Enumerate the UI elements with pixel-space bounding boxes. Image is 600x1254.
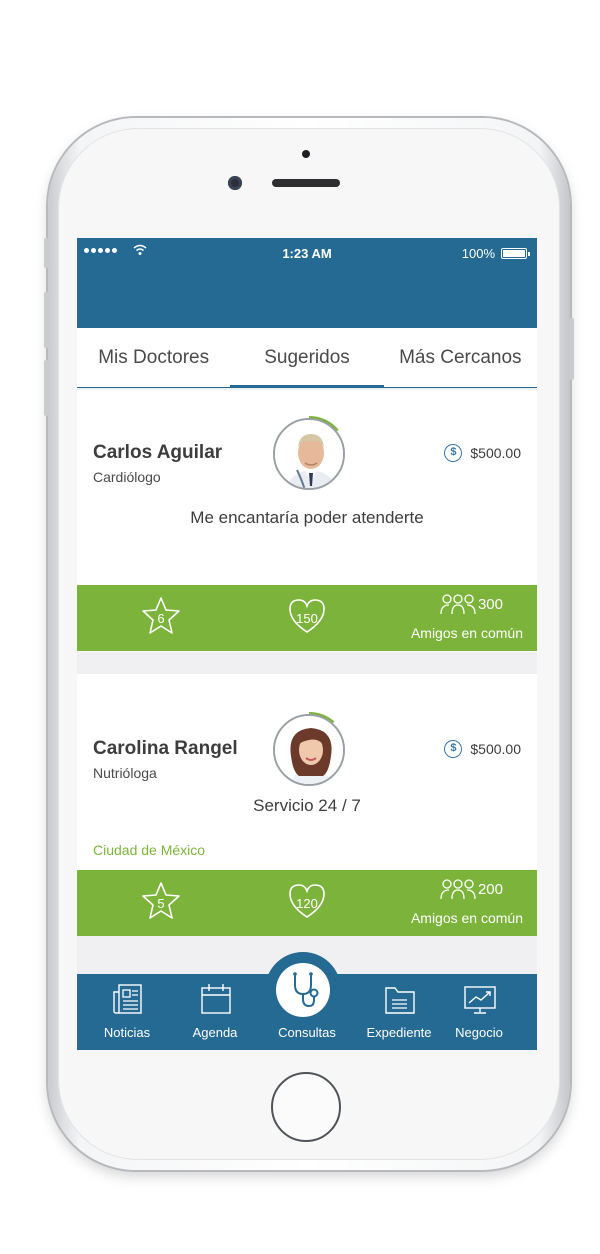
price-value: $500.00 [470, 445, 521, 461]
group-friends-icon [440, 594, 476, 615]
rating-value: 5 [157, 896, 165, 911]
tab-mas-cercanos[interactable]: Más Cercanos [384, 328, 537, 387]
tab-expediente[interactable]: Expediente [355, 974, 443, 1050]
front-camera [228, 176, 242, 190]
app-screen: 1:23 AM 100% Mis Doctores Sugeridos Más … [77, 238, 537, 1050]
doctor-stats-bar: 5 120 200 Amigos en común [77, 870, 537, 936]
mute-switch [44, 238, 49, 268]
tab-label: Noticias [103, 1025, 151, 1040]
mutual-friends[interactable]: 200 [440, 878, 503, 900]
folder-icon [385, 987, 415, 1014]
tab-mis-doctores[interactable]: Mis Doctores [77, 328, 230, 387]
likes-value: 120 [296, 896, 318, 911]
volume-down-button [44, 360, 49, 416]
consultation-price: $ $500.00 [444, 444, 521, 462]
battery-icon [501, 248, 530, 259]
calendar-icon [201, 984, 231, 1014]
earpiece-speaker [272, 179, 340, 187]
stethoscope-icon [293, 972, 319, 1008]
dollar-coin-icon: $ [444, 444, 463, 462]
tab-sugeridos[interactable]: Sugeridos [230, 328, 384, 388]
mutual-friends-count: 300 [477, 595, 503, 613]
tab-negocio[interactable]: Negocio [435, 974, 523, 1050]
doctor-card[interactable]: Carolina Rangel Nutrióloga $ $500.00 Ser… [77, 674, 537, 936]
avatar[interactable] [273, 714, 345, 786]
group-friends-icon [440, 879, 476, 900]
doctor-card[interactable]: Carlos Aguilar Cardiólogo $ $500.00 Me e… [77, 390, 537, 652]
tab-noticias[interactable]: Noticias [83, 974, 171, 1050]
proximity-sensor [302, 150, 310, 158]
doctor-city: Ciudad de México [93, 842, 206, 858]
newspaper-icon [113, 984, 142, 1014]
rating-value: 6 [157, 611, 165, 626]
tab-label: Expediente [366, 1025, 432, 1040]
tab-label: Consultas [278, 1025, 336, 1040]
tab-label: Agenda [192, 1025, 238, 1040]
doctor-message: Me encantaría poder atenderte [190, 508, 424, 527]
mutual-friends-label: Amigos en común [410, 625, 523, 641]
price-value: $500.00 [470, 741, 521, 757]
chart-icon [464, 986, 496, 1014]
tab-agenda[interactable]: Agenda [171, 974, 259, 1050]
mutual-friends-label: Amigos en común [410, 910, 523, 926]
doctor-name: Carolina Rangel [93, 738, 238, 759]
dollar-coin-icon: $ [444, 740, 463, 758]
avatar[interactable] [273, 418, 345, 490]
tab-label: Negocio [455, 1025, 503, 1040]
doctor-specialty: Cardiólogo [93, 469, 161, 485]
likes-value: 150 [296, 611, 318, 626]
mutual-friends[interactable]: 300 [440, 593, 503, 615]
doctor-tabs: Mis Doctores Sugeridos Más Cercanos [77, 328, 537, 388]
doctor-stats-bar: 6 150 300 Amigos en común [77, 585, 537, 651]
doctor-specialty: Nutrióloga [93, 765, 157, 781]
mutual-friends-count: 200 [477, 880, 503, 898]
status-bar: 1:23 AM 100% [77, 238, 537, 268]
volume-up-button [44, 292, 49, 348]
battery-percent: 100% [461, 246, 495, 261]
consultation-price: $ $500.00 [444, 740, 521, 758]
app-header: 1:23 AM 100% [77, 238, 537, 328]
consultas-center-button[interactable] [276, 963, 330, 1017]
home-button[interactable] [271, 1072, 341, 1142]
doctor-message: Servicio 24 / 7 [253, 796, 361, 815]
power-button [569, 318, 574, 380]
doctor-name: Carlos Aguilar [93, 442, 223, 463]
